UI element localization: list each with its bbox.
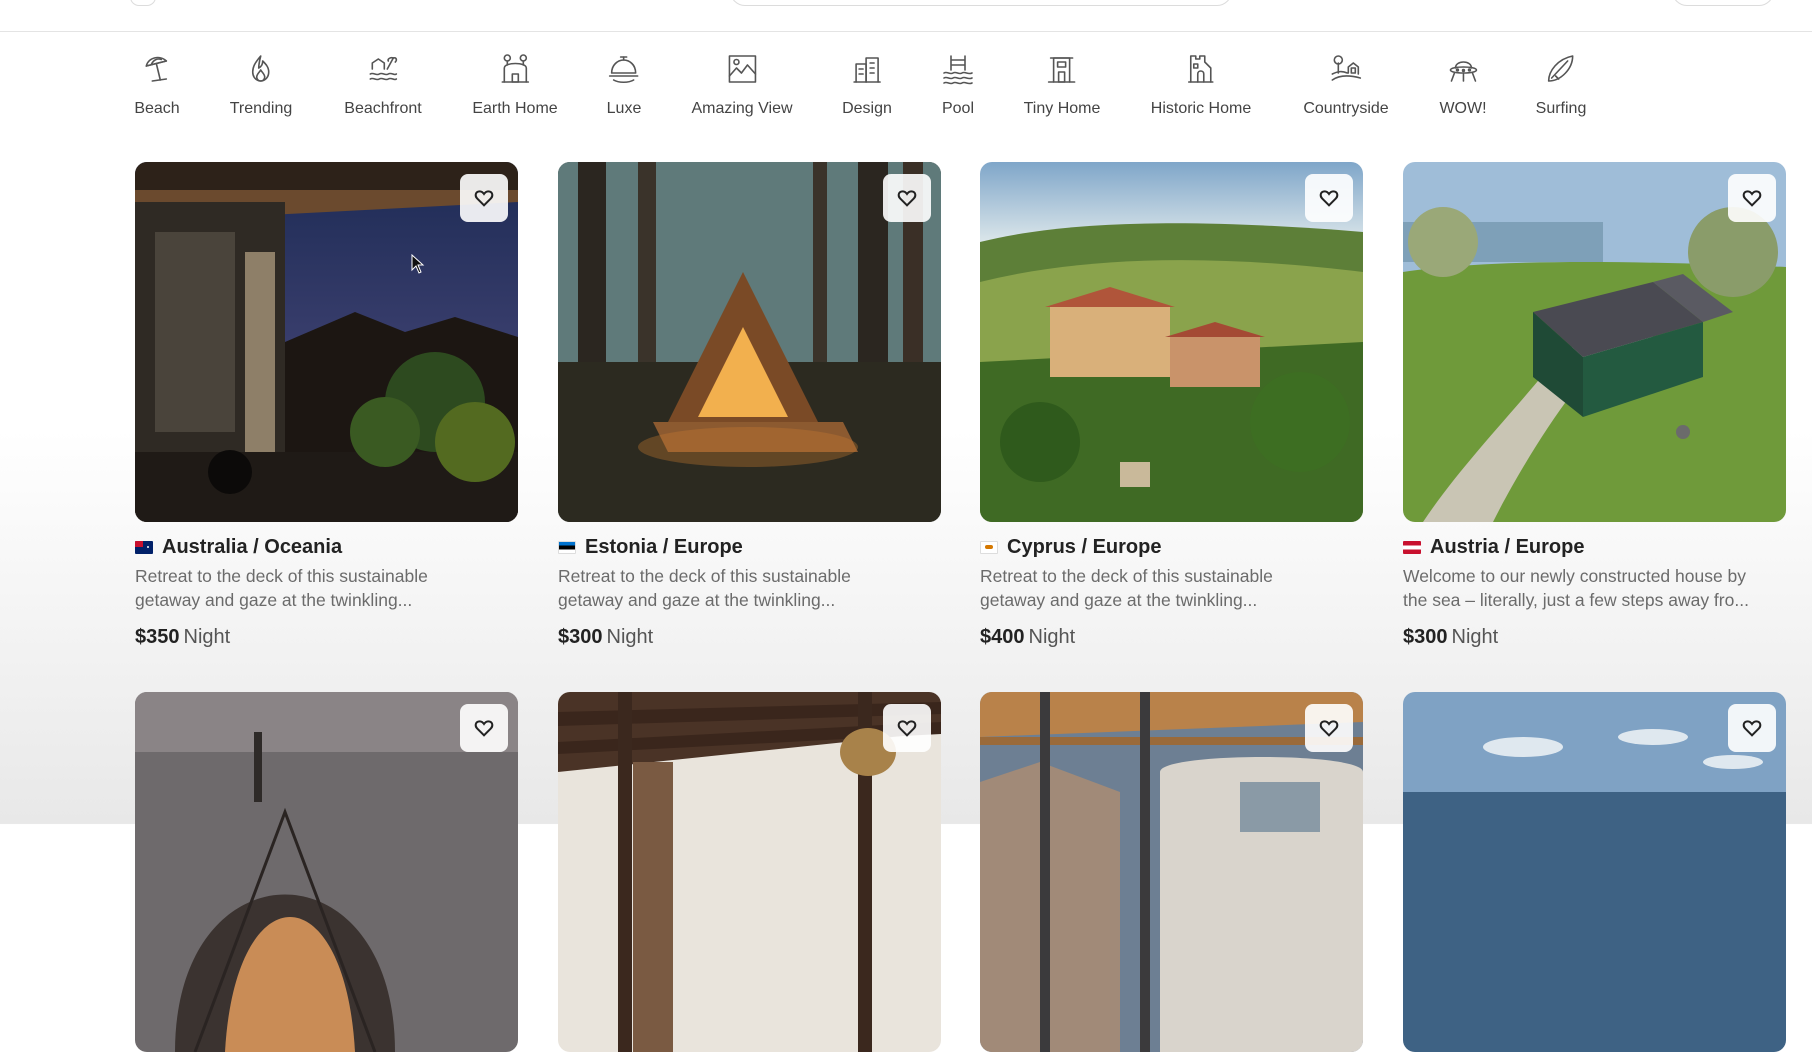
favorite-button[interactable] — [460, 704, 508, 752]
listing-description: Retreat to the deck of this sustainable g… — [135, 566, 428, 610]
category-label: Amazing View — [691, 100, 793, 117]
category-beach[interactable]: Beach — [134, 52, 180, 118]
tiny-home-icon — [1048, 57, 1076, 83]
earth-home-icon — [501, 54, 529, 83]
beachfront-icon — [369, 56, 397, 81]
top-navigation-bar — [0, 0, 1812, 32]
listing-location: Cyprus / Europe — [980, 536, 1161, 559]
surfboard-icon — [1548, 55, 1574, 82]
estonia-flag — [558, 541, 576, 554]
heart-icon — [1319, 190, 1339, 207]
favorite-button[interactable] — [1728, 174, 1776, 222]
sea-horizon-photo[interactable] — [1403, 692, 1786, 1052]
design-building-icon — [853, 57, 881, 83]
category-countryside[interactable]: Countryside — [1303, 52, 1389, 118]
category-label: Pool — [941, 100, 975, 117]
historic-home-icon — [1188, 55, 1214, 83]
category-pool[interactable]: Pool — [941, 52, 975, 118]
category-label: Beach — [134, 100, 180, 117]
category-tiny-home[interactable]: Tiny Home — [1023, 52, 1101, 118]
listing-price: $300 Night — [1403, 626, 1499, 648]
camper-van-canopy-photo[interactable] — [980, 692, 1363, 1052]
favorite-button[interactable] — [1305, 704, 1353, 752]
pool-icon — [943, 55, 973, 85]
category-luxe[interactable]: Luxe — [606, 52, 642, 118]
category-wow[interactable]: WOW! — [1439, 52, 1487, 118]
favorite-button[interactable] — [883, 704, 931, 752]
category-amazing-view[interactable]: Amazing View — [691, 52, 793, 118]
favorite-button[interactable] — [1728, 704, 1776, 752]
listing-price: $300 Night — [558, 626, 654, 648]
category-trending[interactable]: Trending — [229, 52, 293, 118]
heart-icon — [1742, 720, 1762, 737]
listing-description: Retreat to the deck of this sustainable g… — [980, 566, 1273, 610]
category-label: Trending — [229, 100, 293, 117]
heart-icon — [897, 190, 917, 207]
listing-location: Austria / Europe — [1403, 536, 1584, 559]
countryside-icon — [1331, 55, 1361, 81]
wooden-beam-interior-photo[interactable] — [558, 692, 941, 1052]
category-design[interactable]: Design — [842, 52, 892, 118]
heart-icon — [474, 190, 494, 207]
australia-flag — [135, 541, 153, 554]
profile-menu-button[interactable] — [1672, 0, 1774, 6]
category-label: Historic Home — [1150, 100, 1252, 117]
category-label: WOW! — [1439, 100, 1487, 117]
category-historic-home[interactable]: Historic Home — [1151, 52, 1251, 118]
listing-location: Estonia / Europe — [558, 536, 743, 559]
favorite-button[interactable] — [460, 174, 508, 222]
vineyard-villa-photo[interactable] — [980, 162, 1363, 522]
amazing-view-icon — [728, 55, 756, 83]
category-label: Luxe — [606, 100, 642, 117]
category-label: Earth Home — [472, 100, 558, 117]
austria-flag — [1403, 541, 1421, 554]
category-label: Countryside — [1303, 100, 1389, 117]
heart-icon — [474, 720, 494, 737]
flame-icon — [252, 55, 270, 82]
luxe-bell-icon — [609, 56, 639, 84]
heart-icon — [1319, 720, 1339, 737]
green-cottage-photo[interactable] — [1403, 162, 1786, 522]
category-label: Surfing — [1535, 100, 1587, 117]
category-label: Tiny Home — [1023, 100, 1101, 117]
mouse-cursor-icon — [411, 254, 425, 274]
heart-icon — [1742, 190, 1762, 207]
night-terrace-photo[interactable] — [135, 162, 518, 522]
listing-price: $350 Night — [135, 626, 231, 648]
forest-a-frame-cabin-photo[interactable] — [558, 162, 941, 522]
category-label: Design — [842, 100, 892, 117]
beach-umbrella-icon — [145, 56, 167, 82]
favorite-button[interactable] — [1305, 174, 1353, 222]
heart-icon — [897, 720, 917, 737]
category-beachfront[interactable]: Beachfront — [344, 52, 422, 118]
cyprus-flag — [980, 541, 998, 554]
category-surfing[interactable]: Surfing — [1535, 52, 1587, 118]
wow-ufo-icon — [1449, 61, 1477, 82]
glass-dome-photo[interactable] — [135, 692, 518, 1052]
category-label: Beachfront — [344, 100, 422, 117]
search-bar[interactable] — [730, 0, 1232, 6]
category-earth-home[interactable]: Earth Home — [472, 52, 558, 118]
listing-description: Retreat to the deck of this sustainable g… — [558, 566, 851, 610]
listing-description: Welcome to our newly constructed house b… — [1403, 566, 1749, 610]
favorite-button[interactable] — [883, 174, 931, 222]
listing-location: Australia / Oceania — [135, 536, 342, 559]
logo-fragment[interactable] — [130, 0, 156, 6]
category-bar: Beach Trending Beachfront Earth Home Lux… — [0, 52, 1700, 132]
listing-price: $400 Night — [980, 626, 1076, 648]
